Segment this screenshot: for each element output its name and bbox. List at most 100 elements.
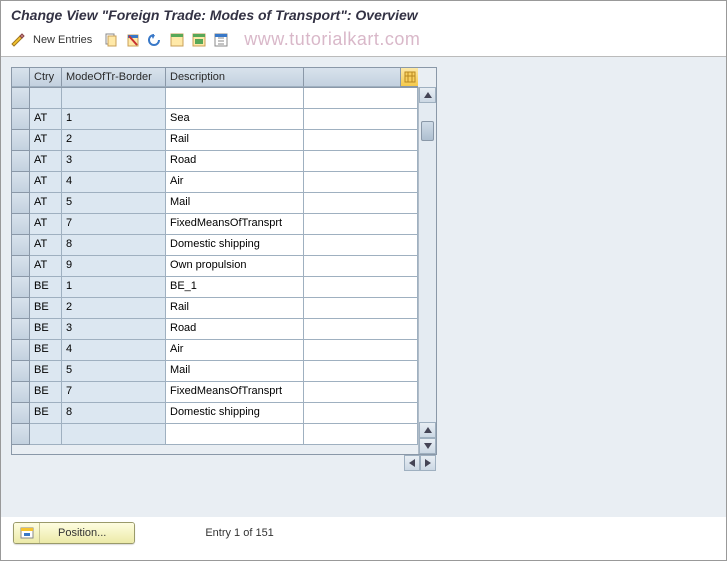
scroll-thumb[interactable]: [421, 121, 434, 141]
cell-ctry[interactable]: AT: [30, 235, 62, 256]
toggle-display-change-icon[interactable]: [9, 31, 27, 49]
select-all-column-header[interactable]: [12, 68, 30, 87]
cell-ctry[interactable]: AT: [30, 151, 62, 172]
row-selector[interactable]: [12, 319, 30, 340]
cell-ctry[interactable]: AT: [30, 193, 62, 214]
table-row[interactable]: AT5Mail: [12, 193, 418, 214]
new-entries-button[interactable]: New Entries: [31, 32, 98, 48]
scroll-down-step-button[interactable]: [419, 422, 436, 438]
undo-icon[interactable]: [146, 31, 164, 49]
table-settings-button[interactable]: [400, 68, 418, 87]
row-selector[interactable]: [12, 193, 30, 214]
column-header-ctry[interactable]: Ctry: [30, 68, 62, 87]
row-selector[interactable]: [12, 424, 30, 445]
cell-description[interactable]: [166, 424, 304, 445]
table-row[interactable]: [12, 424, 418, 445]
cell-description[interactable]: Own propulsion: [166, 256, 304, 277]
cell-description[interactable]: Mail: [166, 361, 304, 382]
cell-mode[interactable]: 1: [62, 277, 166, 298]
cell-description[interactable]: Rail: [166, 298, 304, 319]
cell-description[interactable]: Sea: [166, 109, 304, 130]
cell-mode[interactable]: 4: [62, 172, 166, 193]
table-row[interactable]: BE2Rail: [12, 298, 418, 319]
select-all-icon[interactable]: [168, 31, 186, 49]
cell-ctry[interactable]: AT: [30, 214, 62, 235]
deselect-all-icon[interactable]: [212, 31, 230, 49]
cell-ctry[interactable]: AT: [30, 172, 62, 193]
cell-description[interactable]: FixedMeansOfTransprt: [166, 214, 304, 235]
cell-mode[interactable]: 5: [62, 361, 166, 382]
table-row[interactable]: AT3Road: [12, 151, 418, 172]
table-row[interactable]: BE7FixedMeansOfTransprt: [12, 382, 418, 403]
cell-ctry[interactable]: BE: [30, 277, 62, 298]
cell-description[interactable]: Rail: [166, 130, 304, 151]
cell-ctry[interactable]: BE: [30, 298, 62, 319]
row-selector[interactable]: [12, 151, 30, 172]
cell-mode[interactable]: 2: [62, 298, 166, 319]
select-block-icon[interactable]: [190, 31, 208, 49]
column-header-description[interactable]: Description: [166, 68, 304, 87]
cell-description[interactable]: Mail: [166, 193, 304, 214]
cell-ctry[interactable]: BE: [30, 340, 62, 361]
table-row[interactable]: BE3Road: [12, 319, 418, 340]
cell-mode[interactable]: 8: [62, 403, 166, 424]
cell-mode[interactable]: 4: [62, 340, 166, 361]
cell-mode[interactable]: 2: [62, 130, 166, 151]
cell-ctry[interactable]: BE: [30, 319, 62, 340]
row-selector[interactable]: [12, 88, 30, 109]
table-row[interactable]: BE4Air: [12, 340, 418, 361]
table-row[interactable]: AT1Sea: [12, 109, 418, 130]
cell-description[interactable]: Domestic shipping: [166, 403, 304, 424]
row-selector[interactable]: [12, 340, 30, 361]
scroll-left-button[interactable]: [404, 455, 420, 471]
row-selector[interactable]: [12, 130, 30, 151]
cell-ctry[interactable]: BE: [30, 361, 62, 382]
row-selector[interactable]: [12, 298, 30, 319]
copy-icon[interactable]: [102, 31, 120, 49]
cell-mode[interactable]: 3: [62, 151, 166, 172]
cell-mode[interactable]: 8: [62, 235, 166, 256]
cell-ctry[interactable]: BE: [30, 382, 62, 403]
cell-ctry[interactable]: BE: [30, 403, 62, 424]
table-row[interactable]: [12, 88, 418, 109]
cell-description[interactable]: FixedMeansOfTransprt: [166, 382, 304, 403]
table-row[interactable]: AT9Own propulsion: [12, 256, 418, 277]
cell-mode[interactable]: 5: [62, 193, 166, 214]
cell-ctry[interactable]: [30, 88, 62, 109]
cell-description[interactable]: Air: [166, 172, 304, 193]
scroll-down-button[interactable]: [419, 438, 436, 454]
cell-description[interactable]: Road: [166, 151, 304, 172]
table-row[interactable]: AT4Air: [12, 172, 418, 193]
column-header-mode[interactable]: ModeOfTr-Border: [62, 68, 166, 87]
cell-mode[interactable]: 7: [62, 382, 166, 403]
cell-ctry[interactable]: AT: [30, 109, 62, 130]
row-selector[interactable]: [12, 172, 30, 193]
scroll-up-button[interactable]: [419, 87, 436, 103]
table-row[interactable]: AT7FixedMeansOfTransprt: [12, 214, 418, 235]
cell-mode[interactable]: 9: [62, 256, 166, 277]
vertical-scrollbar[interactable]: [418, 87, 436, 454]
cell-ctry[interactable]: [30, 424, 62, 445]
cell-mode[interactable]: 3: [62, 319, 166, 340]
position-button[interactable]: Position...: [13, 522, 135, 544]
cell-description[interactable]: Road: [166, 319, 304, 340]
cell-mode[interactable]: [62, 88, 166, 109]
row-selector[interactable]: [12, 235, 30, 256]
cell-mode[interactable]: [62, 424, 166, 445]
horizontal-scrollbar[interactable]: [12, 455, 436, 471]
cell-description[interactable]: Air: [166, 340, 304, 361]
cell-description[interactable]: BE_1: [166, 277, 304, 298]
cell-description[interactable]: Domestic shipping: [166, 235, 304, 256]
table-row[interactable]: AT8Domestic shipping: [12, 235, 418, 256]
table-row[interactable]: AT2Rail: [12, 130, 418, 151]
row-selector[interactable]: [12, 214, 30, 235]
cell-mode[interactable]: 1: [62, 109, 166, 130]
table-row[interactable]: BE1BE_1: [12, 277, 418, 298]
row-selector[interactable]: [12, 403, 30, 424]
delete-icon[interactable]: [124, 31, 142, 49]
cell-description[interactable]: [166, 88, 304, 109]
row-selector[interactable]: [12, 277, 30, 298]
row-selector[interactable]: [12, 382, 30, 403]
row-selector[interactable]: [12, 256, 30, 277]
row-selector[interactable]: [12, 109, 30, 130]
